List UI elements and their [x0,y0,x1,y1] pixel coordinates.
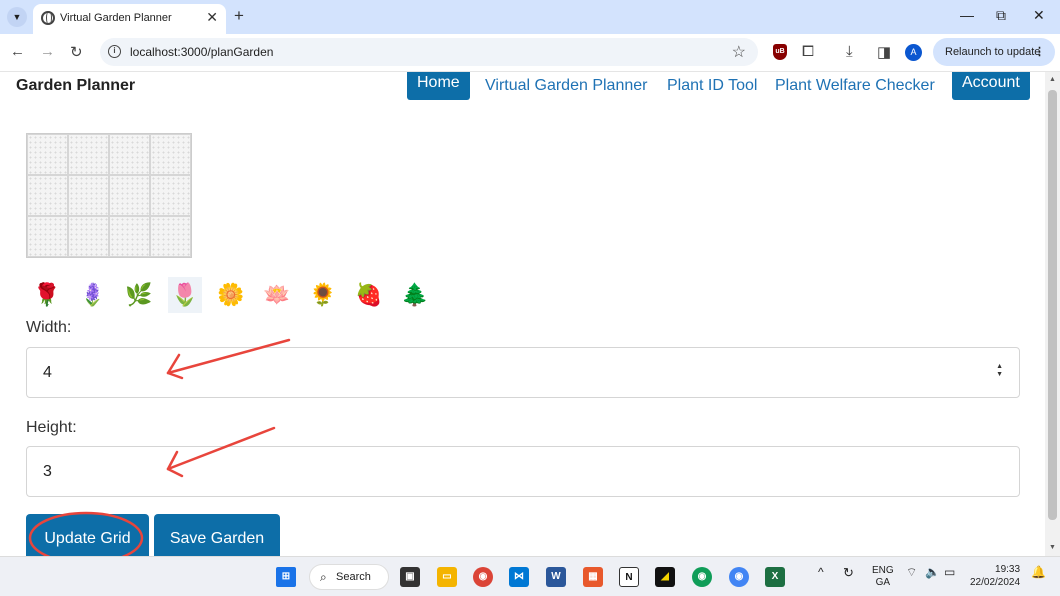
download-icon[interactable]: ⤓ [846,43,853,60]
sticky-notes-icon[interactable]: ◢ [655,567,675,587]
notification-bell-icon[interactable]: 🔔 [1031,565,1046,579]
plant-rose-icon[interactable]: 🌹 [30,277,64,313]
clock-date: 22/02/2024 [970,577,1021,588]
relaunch-to-update-button[interactable]: Relaunch to update ⋮ [933,38,1055,66]
minimize-icon[interactable]: — [960,7,974,23]
tab-title: Virtual Garden Planner [60,12,172,24]
update-grid-button[interactable]: Update Grid [26,514,149,556]
chrome-profile-icon[interactable]: ◉ [692,567,712,587]
plant-lavender-icon[interactable]: 🪻 [76,277,110,313]
tab-search-chevron-icon[interactable]: ▼ [7,7,27,27]
volume-icon[interactable]: 🔈 [925,565,940,579]
grid-cell[interactable] [109,216,150,257]
brand-title[interactable]: Garden Planner [16,77,135,95]
lang-top: ENG [872,565,894,576]
browser-toolbar: ← → ↻ i localhost:3000/planGarden ☆ uB ⧠… [0,34,1060,72]
nav-home-button[interactable]: Home [407,72,470,100]
close-window-icon[interactable]: ✕ [1033,7,1045,24]
grid-cell[interactable] [150,216,191,257]
windows-start-icon[interactable]: ⊞ [276,567,296,587]
taskbar-search-label: Search [336,571,371,583]
height-value: 3 [43,463,52,480]
browser-tab-strip: ▼ Virtual Garden Planner ✕ + — ⧉ ✕ [0,0,1060,34]
taskbar-search[interactable]: ⌕ Search [309,564,389,590]
plant-strawberry-icon[interactable]: 🍓 [352,277,386,313]
notion-icon[interactable]: N [619,567,639,587]
word-icon[interactable]: W [546,567,566,587]
more-menu-icon[interactable]: ⋮ [1034,38,1045,66]
save-garden-button[interactable]: Save Garden [154,514,280,556]
grid-cell[interactable] [27,216,68,257]
height-label: Height: [26,419,77,436]
nav-virtual-garden-planner[interactable]: Virtual Garden Planner [485,77,647,95]
back-icon[interactable]: ← [10,43,25,60]
search-icon: ⌕ [320,570,327,584]
width-value: 4 [43,364,52,381]
profile-avatar[interactable]: A [905,44,922,61]
side-panel-icon[interactable]: ◨ [877,43,891,61]
nav-plant-id-tool[interactable]: Plant ID Tool [667,77,757,95]
scroll-down-icon[interactable]: ▼ [1049,544,1056,551]
grid-cell[interactable] [150,134,191,175]
grid-cell[interactable] [27,134,68,175]
scroll-up-icon[interactable]: ▲ [1049,76,1056,83]
url-text: localhost:3000/planGarden [130,45,274,59]
grid-cell[interactable] [27,175,68,216]
height-input[interactable]: 3 [26,446,1020,497]
reload-icon[interactable]: ↻ [70,43,83,61]
language-indicator[interactable]: ENG GA [872,565,894,589]
plant-daisy-icon[interactable]: 🌼 [214,277,248,313]
address-bar[interactable]: i localhost:3000/planGarden ☆ [100,38,758,66]
file-explorer-icon[interactable]: ▭ [437,567,457,587]
sync-icon[interactable]: ↻ [843,565,854,581]
close-tab-icon[interactable]: ✕ [206,9,218,26]
vscode-icon[interactable]: ⋈ [509,567,529,587]
page-content: Garden Planner Home Virtual Garden Plann… [0,72,1045,556]
restore-icon[interactable]: ⧉ [996,7,1006,24]
ublock-extension-icon[interactable]: uB [773,44,787,60]
browser-tab[interactable]: Virtual Garden Planner ✕ [33,4,226,34]
relaunch-label: Relaunch to update [945,46,1041,58]
clock-time: 19:33 [995,564,1021,575]
lang-bottom: GA [875,577,891,588]
chrome-active-icon[interactable]: ◉ [729,567,749,587]
grid-cell[interactable] [68,216,109,257]
wifi-icon[interactable]: ⌔ [906,565,917,580]
battery-icon[interactable]: ▭ [944,565,955,579]
grid-cell[interactable] [109,134,150,175]
windows-taskbar: ⊞ ⌕ Search ▣ ▭ ◉ ⋈ W ▦ N ◢ ◉ ◉ X ^ ↻ ENG… [0,556,1060,596]
plant-fern-icon[interactable]: 🌲 [398,277,432,313]
grid-cell[interactable] [109,175,150,216]
chrome-icon[interactable]: ◉ [473,567,493,587]
clock[interactable]: 19:33 22/02/2024 [970,563,1020,589]
calendar-app-icon[interactable]: ▦ [583,567,603,587]
scroll-thumb[interactable] [1048,90,1057,520]
extensions-puzzle-icon[interactable]: ⧠ [802,43,814,60]
site-info-icon[interactable]: i [108,45,121,58]
grid-cell[interactable] [68,134,109,175]
page-scrollbar[interactable]: ▲ ▼ [1045,72,1060,556]
width-label: Width: [26,319,72,336]
grid-cell[interactable] [68,175,109,216]
plant-basil-icon[interactable]: 🌿 [122,277,156,313]
garden-grid [26,133,192,258]
plant-sunflower-icon[interactable]: 🌻 [306,277,340,313]
globe-icon [41,11,55,25]
plant-tulip-icon[interactable]: 🌷 [168,277,202,313]
forward-icon[interactable]: → [40,43,55,60]
tray-overflow-chevron-icon[interactable]: ^ [818,565,824,579]
bookmark-star-icon[interactable]: ☆ [732,42,746,62]
nav-account-button[interactable]: Account [952,72,1030,100]
plant-orchid-icon[interactable]: 🪷 [260,277,294,313]
nav-plant-welfare-checker[interactable]: Plant Welfare Checker [775,77,935,95]
new-tab-icon[interactable]: + [234,6,244,26]
excel-icon[interactable]: X [765,567,785,587]
number-spinner-icon[interactable]: ▲ ▼ [996,363,1003,379]
grid-cell[interactable] [150,175,191,216]
width-input[interactable]: 4 ▲ ▼ [26,347,1020,398]
task-view-icon[interactable]: ▣ [400,567,420,587]
